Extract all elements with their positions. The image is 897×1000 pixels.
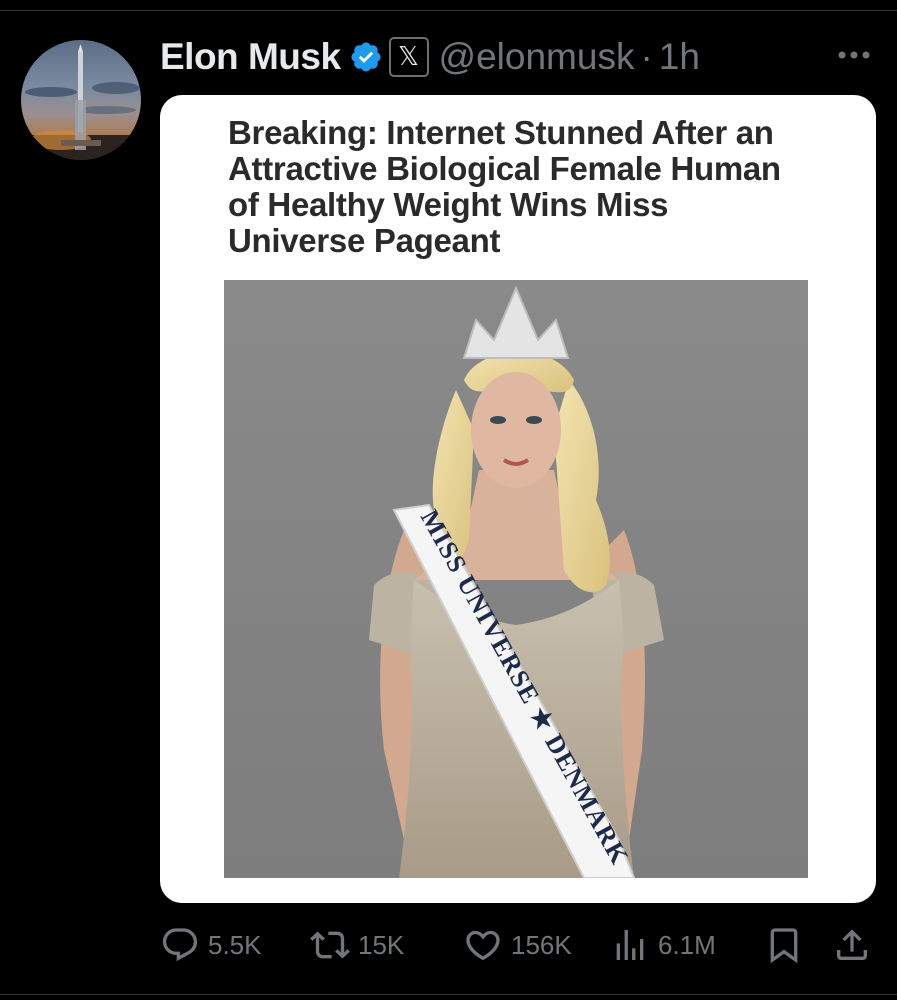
- x-affiliate-badge-icon[interactable]: 𝕏: [388, 37, 429, 77]
- share-icon: [837, 929, 867, 960]
- post-header: Elon Musk 𝕏 @elonmusk · 1h: [160, 32, 700, 82]
- reply-count: 5.5K: [208, 929, 262, 960]
- pageant-photo: MISS UNIVERSE ★ DENMARK: [224, 280, 808, 878]
- views-button[interactable]: 6.1M: [610, 920, 716, 970]
- repost-count: 15K: [358, 929, 405, 960]
- avatar[interactable]: [21, 40, 141, 160]
- bookmark-icon: [770, 928, 798, 964]
- reply-button[interactable]: 5.5K: [160, 920, 262, 970]
- post-image-card[interactable]: Breaking: Internet Stunned After an Attr…: [160, 95, 876, 903]
- heart-icon: [466, 930, 500, 961]
- bookmark-button[interactable]: [764, 920, 804, 970]
- reply-icon: [162, 928, 198, 962]
- views-count: 6.1M: [658, 929, 716, 960]
- repost-button[interactable]: 15K: [310, 920, 404, 970]
- separator-dot: ·: [640, 36, 653, 77]
- like-count: 156K: [511, 929, 572, 960]
- post-actions: 5.5K 15K 156K 6.1M: [160, 920, 876, 970]
- top-divider: [0, 10, 897, 11]
- views-chart-icon: [616, 930, 644, 960]
- post-timestamp[interactable]: 1h: [659, 36, 700, 78]
- like-button[interactable]: 156K: [463, 920, 572, 970]
- avatar-rocket-image: [21, 44, 141, 160]
- verified-badge-icon[interactable]: [349, 40, 383, 74]
- bottom-divider: [0, 994, 897, 995]
- author-handle[interactable]: @elonmusk: [439, 36, 635, 78]
- more-horizontal-icon[interactable]: [834, 40, 874, 70]
- repost-icon: [310, 931, 350, 959]
- author-display-name[interactable]: Elon Musk: [160, 36, 341, 78]
- share-button[interactable]: [832, 920, 872, 970]
- image-headline: Breaking: Internet Stunned After an Attr…: [228, 114, 781, 259]
